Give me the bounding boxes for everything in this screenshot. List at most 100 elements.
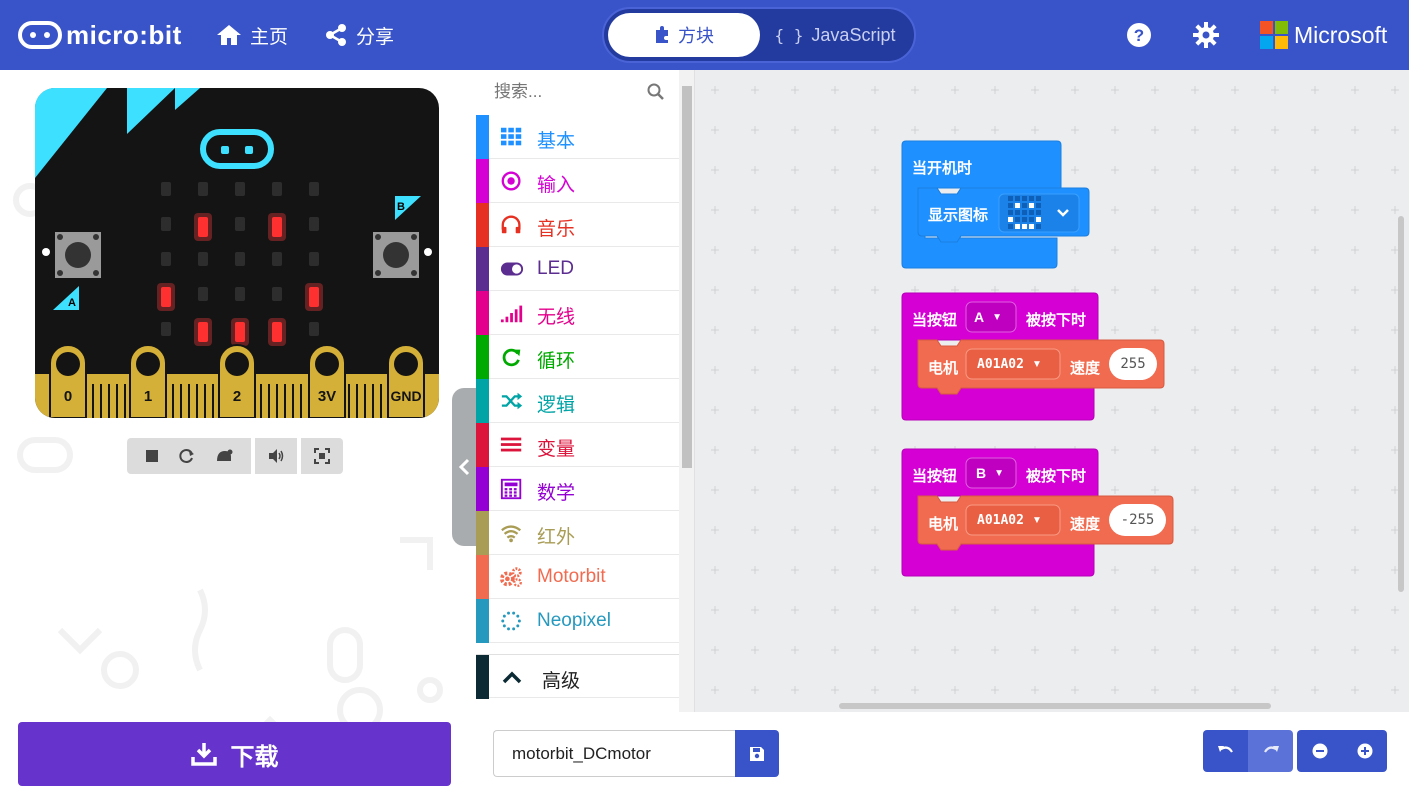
button-a-dropdown[interactable]: A ▼: [974, 302, 1002, 332]
microbit-board: A B 0 1 2 3V GND: [35, 88, 439, 418]
preview-led-on: [1029, 224, 1034, 229]
pin-3v[interactable]: 3V: [308, 344, 346, 418]
chevron-left-icon: [458, 458, 470, 476]
restart-icon[interactable]: [179, 448, 195, 464]
category-5[interactable]: 无线: [476, 291, 679, 335]
button-b-value: B: [976, 465, 987, 481]
preview-led-off: [1036, 224, 1041, 229]
button-a[interactable]: [55, 232, 101, 278]
preview-led-off: [1015, 210, 1020, 215]
led-off: [272, 252, 282, 266]
home-button[interactable]: 主页: [216, 22, 288, 48]
pin-label: 2: [233, 388, 241, 405]
pin-label: 3V: [318, 388, 336, 405]
category-1[interactable]: 基本: [476, 115, 679, 159]
category-6[interactable]: 循环: [476, 335, 679, 379]
share-button[interactable]: 分享: [324, 22, 394, 48]
pin-gnd[interactable]: GND: [387, 344, 425, 418]
button-b[interactable]: [373, 232, 419, 278]
led-on: [198, 217, 208, 237]
preview-led-off: [1036, 210, 1041, 215]
category-3[interactable]: 音乐: [476, 203, 679, 247]
button-a-suffix: 被按下时: [1026, 312, 1087, 329]
preview-led-off: [1029, 196, 1034, 201]
category-12[interactable]: Neopixel: [476, 599, 679, 643]
blocks-workspace[interactable]: 当开机时 显示图标 当按钮 A ▼ 被按下时 电机 A01A02 ▼ 速度 255 …: [695, 70, 1409, 712]
category-4[interactable]: LED: [476, 247, 679, 291]
led-off: [309, 322, 319, 336]
speed-b-label: 速度: [1070, 516, 1101, 533]
preview-led-off: [1008, 203, 1013, 208]
preview-led-on: [1008, 217, 1013, 222]
category-color-bar: [476, 555, 489, 599]
microbit-logo-icon: [18, 21, 62, 49]
save-button[interactable]: [735, 730, 779, 777]
signal-icon: [500, 305, 523, 323]
undo-button[interactable]: [1203, 730, 1248, 772]
category-10[interactable]: 红外: [476, 511, 679, 555]
category-color-bar: [476, 115, 489, 159]
gear-icon[interactable]: [1193, 22, 1219, 48]
toolbox-scrollbar[interactable]: [679, 70, 694, 712]
category-color-bar: [476, 335, 489, 379]
download-button[interactable]: 下载: [18, 722, 451, 786]
stop-icon[interactable]: [145, 449, 159, 463]
fullscreen-button[interactable]: [301, 438, 343, 474]
editor-toggle: 方块 { } JavaScript: [602, 7, 916, 63]
share-label: 分享: [356, 26, 395, 48]
project-name-input[interactable]: [493, 730, 735, 777]
preview-led-off: [1022, 210, 1027, 215]
category-8[interactable]: 变量: [476, 423, 679, 467]
pin-0[interactable]: 0: [49, 344, 87, 418]
zoom-in-button[interactable]: [1342, 730, 1387, 772]
share-icon: [326, 24, 346, 46]
category-label: 数学: [537, 483, 576, 504]
top-bar: micro:bit 主页 分享 方块 { } JavaScript ? Micr…: [0, 0, 1409, 70]
motor-port-a-dropdown[interactable]: A01A02 ▼: [977, 349, 1042, 379]
category-color-bar: [476, 203, 489, 247]
toolbox-scrollbar-thumb[interactable]: [682, 86, 692, 468]
category-color-bar: [476, 247, 489, 291]
button-b-dropdown[interactable]: B ▼: [976, 458, 1004, 488]
led-matrix: [157, 182, 323, 346]
caret-down-icon: ▼: [992, 311, 1003, 323]
search-icon[interactable]: [647, 83, 665, 101]
pin-2[interactable]: 2: [218, 344, 256, 418]
javascript-tab[interactable]: { } JavaScript: [760, 13, 910, 57]
minus-circle-icon: [1312, 743, 1327, 759]
slowmo-icon[interactable]: [215, 449, 233, 463]
speed-a-input[interactable]: 255: [1109, 348, 1157, 380]
led-off: [235, 287, 245, 301]
led-off: [235, 252, 245, 266]
category-7[interactable]: 逻辑: [476, 379, 679, 423]
collapse-simulator-button[interactable]: [452, 388, 476, 546]
category-label: 变量: [537, 439, 576, 460]
zoom-group: [1297, 730, 1387, 772]
fullscreen-icon: [314, 448, 330, 464]
motor-port-b-dropdown[interactable]: A01A02 ▼: [977, 505, 1042, 535]
toolbox-search: [476, 70, 679, 114]
sound-button[interactable]: [255, 438, 297, 474]
advanced-category[interactable]: 高级: [476, 654, 679, 699]
microsoft-logo[interactable]: Microsoft: [1260, 21, 1387, 49]
preview-led-off: [1036, 203, 1041, 208]
redo-button[interactable]: [1248, 730, 1293, 772]
microbit-logo[interactable]: micro:bit: [18, 18, 182, 52]
category-11[interactable]: Motorbit: [476, 555, 679, 599]
preview-led-off: [1029, 210, 1034, 215]
category-9[interactable]: 数学: [476, 467, 679, 511]
speed-b-input[interactable]: -255: [1109, 504, 1166, 536]
category-2[interactable]: 输入: [476, 159, 679, 203]
workspace-horizontal-scrollbar[interactable]: [839, 703, 1271, 709]
simulator-panel: A B 0 1 2 3V GND: [0, 70, 476, 795]
blocks-tab[interactable]: 方块: [608, 13, 760, 57]
category-label: 逻辑: [537, 395, 576, 416]
workspace-vertical-scrollbar[interactable]: [1398, 216, 1404, 592]
preview-led-off: [1015, 196, 1020, 201]
blocks-tab-label: 方块: [678, 26, 714, 46]
led-off: [198, 182, 208, 196]
zoom-out-button[interactable]: [1297, 730, 1342, 772]
braces-icon: { }: [774, 25, 804, 45]
help-icon[interactable]: ?: [1126, 22, 1152, 48]
pin-1[interactable]: 1: [129, 344, 167, 418]
